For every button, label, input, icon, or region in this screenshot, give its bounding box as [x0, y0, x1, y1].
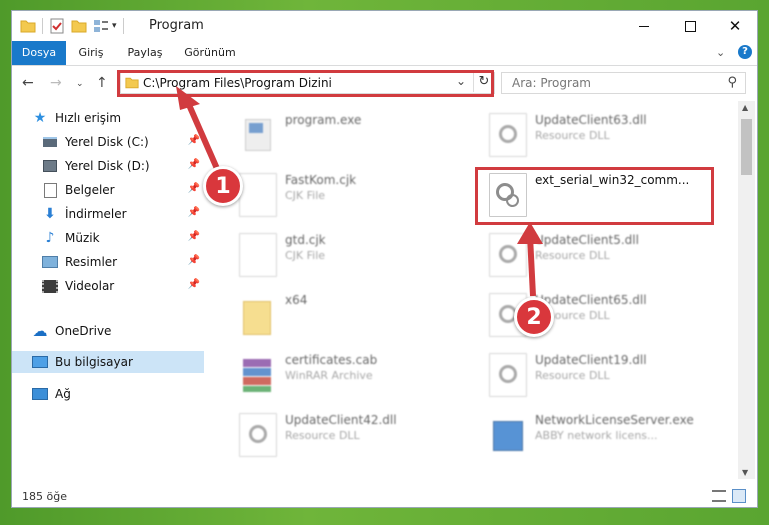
arrow-2-head: [517, 222, 543, 244]
arrow-1-head: [176, 86, 200, 110]
arrow-2-shaft: [527, 235, 536, 297]
annotation-arrows: [176, 86, 543, 297]
step-1-badge: 1: [203, 166, 243, 206]
step-2-badge: 2: [514, 297, 554, 337]
